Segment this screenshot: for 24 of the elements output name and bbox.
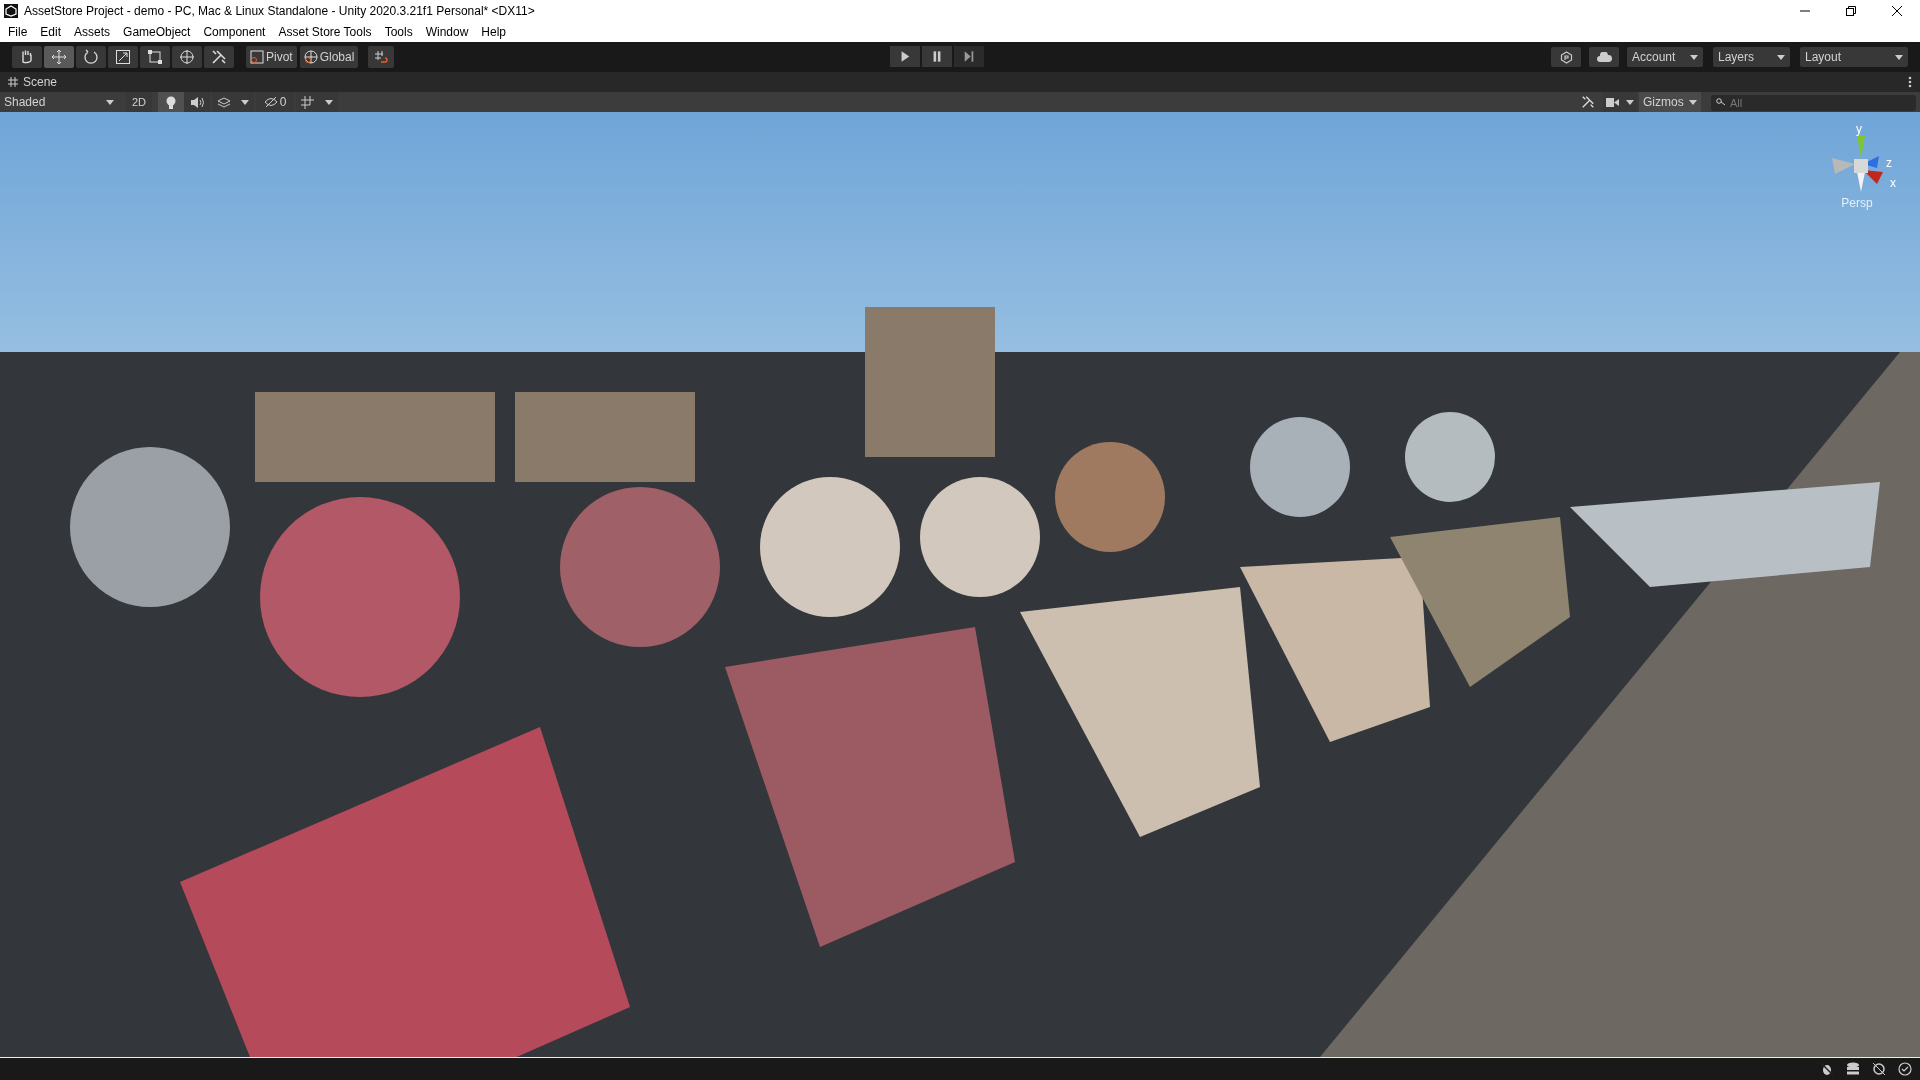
draw-mode-dropdown[interactable]: Shaded bbox=[0, 92, 118, 112]
axis-label: y bbox=[1856, 121, 1862, 138]
scene-tab[interactable]: Scene bbox=[8, 73, 58, 91]
dropdown[interactable]: Layout bbox=[1800, 47, 1908, 67]
menu-item[interactable]: Edit bbox=[34, 23, 68, 41]
menu-item[interactable]: Tools bbox=[378, 23, 419, 41]
gizmos-dropdown[interactable]: Gizmos bbox=[1639, 92, 1701, 112]
menu-item[interactable]: Help bbox=[475, 23, 512, 41]
search-field[interactable]: All bbox=[1711, 95, 1916, 112]
pivot-toggle[interactable]: Pivot bbox=[246, 46, 297, 68]
menu-item[interactable]: GameObject bbox=[117, 23, 197, 41]
global-toggle[interactable]: Global bbox=[299, 46, 359, 68]
dropdown[interactable]: Layers bbox=[1713, 47, 1790, 67]
hidden-objects-toggle[interactable]: 0 bbox=[256, 92, 294, 112]
axis-label: x bbox=[1890, 175, 1896, 192]
menu-item[interactable]: Component bbox=[197, 23, 272, 41]
menu-item[interactable]: Asset Store Tools bbox=[272, 23, 378, 41]
menu-item[interactable]: Assets bbox=[68, 23, 117, 41]
dropdown[interactable]: Account bbox=[1627, 47, 1703, 67]
mode-2d-toggle[interactable]: 2D bbox=[126, 92, 152, 112]
window-title: AssetStore Project - demo - PC, Mac & Linux Standalone - Unity 2020.3.21f1 Personal* <DX11> bbox=[24, 3, 535, 20]
menu-item[interactable]: Window bbox=[419, 23, 475, 41]
menu-item[interactable]: File bbox=[2, 23, 34, 41]
axis-label: z bbox=[1886, 155, 1892, 172]
